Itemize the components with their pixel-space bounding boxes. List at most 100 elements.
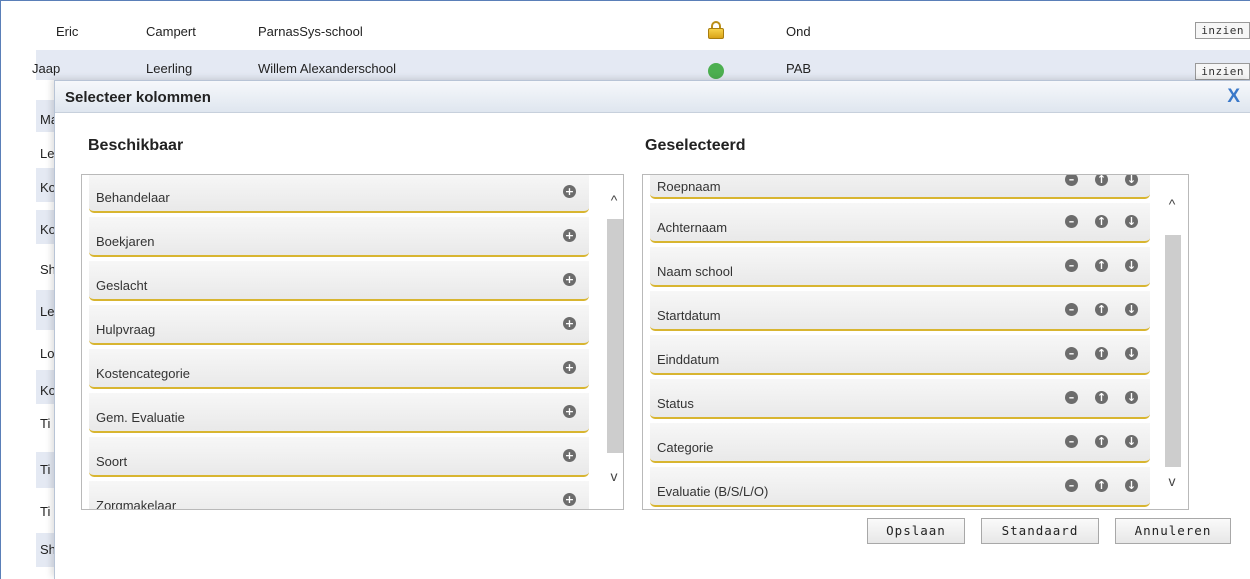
list-item[interactable]: Roepnaam – ↑ ↓ [650, 175, 1150, 199]
code-cell: PAB [786, 61, 812, 76]
list-item[interactable]: Geslacht + [89, 261, 589, 301]
item-label: Hulpvraag [96, 322, 156, 337]
list-item[interactable]: Hulpvraag + [89, 305, 589, 345]
table-row: Sh [36, 533, 56, 567]
table-row: Ma [36, 100, 58, 132]
chevron-up-icon[interactable]: ^ [1163, 195, 1181, 213]
scroll-thumb[interactable] [607, 219, 623, 453]
scroll-thumb[interactable] [1165, 235, 1181, 467]
arrow-up-icon[interactable]: ↑ [1095, 259, 1108, 272]
list-item[interactable]: Startdatum – ↑ ↓ [650, 291, 1150, 331]
arrow-up-icon[interactable]: ↑ [1095, 303, 1108, 316]
list-item[interactable]: Achternaam – ↑ ↓ [650, 203, 1150, 243]
list-item[interactable]: Zorgmakelaar + [89, 481, 589, 510]
table-row: Le [36, 133, 54, 167]
add-icon[interactable]: + [563, 273, 576, 286]
table-row: Jaap Leerling Willem Alexanderschool PAB… [32, 50, 1250, 80]
available-list-panel: Behandelaar + Boekjaren + Geslacht + Hulpvr… [81, 174, 624, 510]
inzien-button[interactable]: inzien [1195, 22, 1250, 39]
chevron-down-icon[interactable]: v [1163, 472, 1181, 490]
selected-list: Roepnaam – ↑ ↓ Achternaam – ↑ ↓ Naam school – ↑ ↓… [650, 175, 1150, 509]
last-name-cell: Leerling [146, 61, 193, 76]
list-item[interactable]: Einddatum – ↑ ↓ [650, 335, 1150, 375]
remove-icon[interactable]: – [1065, 259, 1078, 272]
item-label: Einddatum [657, 352, 720, 367]
remove-icon[interactable]: – [1065, 215, 1078, 228]
default-button[interactable]: Standaard [981, 518, 1099, 544]
available-title: Beschikbaar [88, 137, 184, 154]
item-label: Soort [96, 454, 128, 469]
arrow-down-icon[interactable]: ↓ [1125, 479, 1138, 492]
school-cell: ParnasSys-school [258, 24, 363, 39]
row-fragment: Ti [40, 504, 51, 519]
item-label: Status [657, 396, 694, 411]
list-item[interactable]: Soort + [89, 437, 589, 477]
first-name-cell: Jaap [32, 61, 61, 76]
first-name-cell: Eric [56, 24, 79, 39]
chevron-up-icon[interactable]: ^ [605, 191, 623, 209]
list-item[interactable]: Status – ↑ ↓ [650, 379, 1150, 419]
table-row: Sh [36, 250, 56, 284]
save-button[interactable]: Opslaan [867, 518, 965, 544]
selected-scrollbar[interactable]: ^ v [1161, 175, 1183, 509]
close-icon[interactable]: X [1227, 86, 1240, 108]
add-icon[interactable]: + [563, 361, 576, 374]
cancel-button[interactable]: Annuleren [1115, 518, 1231, 544]
chevron-down-icon[interactable]: v [605, 467, 623, 485]
item-label: Categorie [657, 440, 714, 455]
arrow-up-icon[interactable]: ↑ [1095, 435, 1108, 448]
add-icon[interactable]: + [563, 449, 576, 462]
row-fragment: Ti [40, 462, 51, 477]
row-fragment: Lo [40, 346, 55, 361]
arrow-down-icon[interactable]: ↓ [1125, 215, 1138, 228]
selected-title: Geselecteerd [645, 137, 746, 154]
remove-icon[interactable]: – [1065, 303, 1078, 316]
table-row: Ko [36, 168, 56, 202]
arrow-down-icon[interactable]: ↓ [1125, 347, 1138, 360]
arrow-down-icon[interactable]: ↓ [1125, 175, 1138, 186]
available-list: Behandelaar + Boekjaren + Geslacht + Hulpvr… [89, 175, 589, 510]
table-row: Ti [36, 495, 54, 529]
remove-icon[interactable]: – [1065, 175, 1078, 186]
add-icon[interactable]: + [563, 493, 576, 506]
dialog-header: Selecteer kolommen X [55, 81, 1250, 113]
arrow-down-icon[interactable]: ↓ [1125, 259, 1138, 272]
arrow-up-icon[interactable]: ↑ [1095, 215, 1108, 228]
list-item[interactable]: Evaluatie (B/S/L/O) – ↑ ↓ [650, 467, 1150, 507]
list-item[interactable]: Gem. Evaluatie + [89, 393, 589, 433]
item-label: Behandelaar [96, 190, 170, 205]
remove-icon[interactable]: – [1065, 479, 1078, 492]
add-icon[interactable]: + [563, 229, 576, 242]
remove-icon[interactable]: – [1065, 435, 1078, 448]
list-item[interactable]: Boekjaren + [89, 217, 589, 257]
table-row: Lo [36, 335, 54, 369]
arrow-up-icon[interactable]: ↑ [1095, 347, 1108, 360]
table-row: Ko [36, 210, 56, 244]
arrow-down-icon[interactable]: ↓ [1125, 435, 1138, 448]
selected-list-panel: Roepnaam – ↑ ↓ Achternaam – ↑ ↓ Naam school – ↑ ↓… [642, 174, 1189, 510]
remove-icon[interactable]: – [1065, 347, 1078, 360]
list-item[interactable]: Behandelaar + [89, 175, 589, 213]
list-item[interactable]: Kostencategorie + [89, 349, 589, 389]
inzien-button[interactable]: inzien [1195, 63, 1250, 80]
available-scrollbar[interactable]: ^ v [603, 175, 623, 509]
code-cell: Ond [786, 24, 811, 39]
item-label: Zorgmakelaar [96, 498, 177, 510]
item-label: Boekjaren [96, 234, 155, 249]
arrow-up-icon[interactable]: ↑ [1095, 479, 1108, 492]
add-icon[interactable]: + [563, 185, 576, 198]
add-icon[interactable]: + [563, 317, 576, 330]
list-item[interactable]: Naam school – ↑ ↓ [650, 247, 1150, 287]
list-item[interactable]: Categorie – ↑ ↓ [650, 423, 1150, 463]
arrow-down-icon[interactable]: ↓ [1125, 391, 1138, 404]
row-fragment: Le [40, 304, 55, 319]
remove-icon[interactable]: – [1065, 391, 1078, 404]
arrow-up-icon[interactable]: ↑ [1095, 175, 1108, 186]
arrow-up-icon[interactable]: ↑ [1095, 391, 1108, 404]
table-row: Le [36, 290, 54, 330]
arrow-down-icon[interactable]: ↓ [1125, 303, 1138, 316]
last-name-cell: Campert [146, 24, 196, 39]
item-label: Kostencategorie [96, 366, 190, 381]
row-fragment: Ti [40, 416, 51, 431]
add-icon[interactable]: + [563, 405, 576, 418]
